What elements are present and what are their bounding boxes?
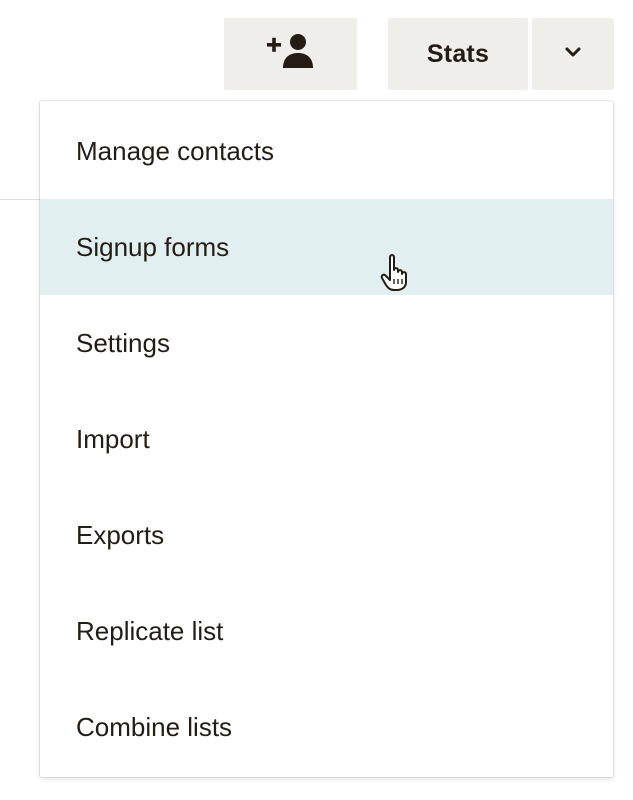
menu-item-import[interactable]: Import — [40, 391, 613, 487]
divider — [0, 199, 40, 200]
menu-item-label: Replicate list — [76, 615, 224, 646]
menu-item-label: Exports — [76, 519, 165, 550]
menu-item-settings[interactable]: Settings — [40, 295, 613, 391]
menu-item-label: Import — [76, 423, 150, 454]
menu-item-label: Signup forms — [76, 231, 230, 262]
menu-item-label: Manage contacts — [76, 135, 275, 166]
stats-dropdown-menu: Manage contacts Signup forms Settings Im… — [40, 101, 613, 777]
stats-dropdown-toggle[interactable] — [532, 18, 614, 90]
menu-item-signup-forms[interactable]: Signup forms — [40, 199, 613, 295]
chevron-down-icon — [564, 45, 582, 63]
menu-item-combine-lists[interactable]: Combine lists — [40, 679, 613, 775]
menu-item-label: Combine lists — [76, 711, 233, 742]
menu-item-exports[interactable]: Exports — [40, 487, 613, 583]
stats-button-label: Stats — [426, 39, 490, 68]
menu-item-label: Settings — [76, 327, 170, 358]
add-person-icon — [265, 32, 317, 77]
menu-item-replicate-list[interactable]: Replicate list — [40, 583, 613, 679]
add-contact-button[interactable] — [224, 18, 357, 90]
hand-pointer-icon — [380, 253, 416, 293]
stats-button[interactable]: Stats — [388, 18, 528, 90]
menu-item-manage-contacts[interactable]: Manage contacts — [40, 103, 613, 199]
